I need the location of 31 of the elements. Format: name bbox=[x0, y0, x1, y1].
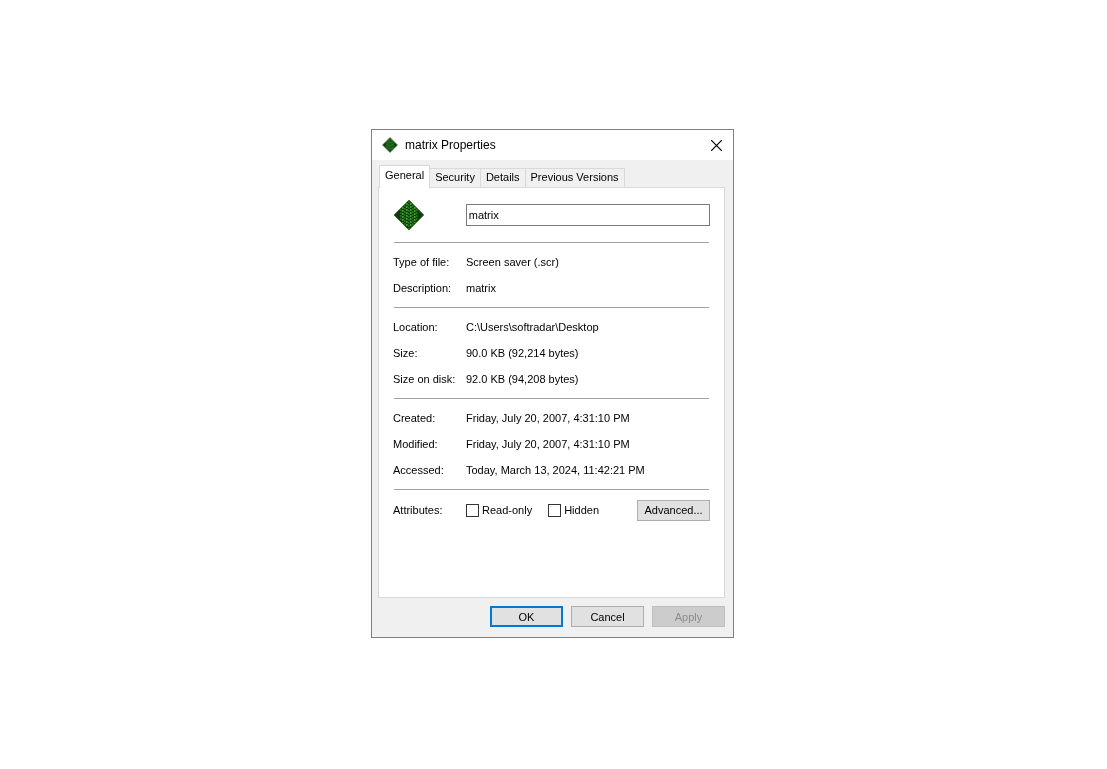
property-label: Type of file: bbox=[393, 256, 451, 268]
checkbox-label: Read-only bbox=[482, 504, 533, 516]
property-value: 90.0 KB (92,214 bytes) bbox=[466, 347, 579, 359]
name-field[interactable]: matrix bbox=[465, 204, 710, 226]
property-value: matrix bbox=[466, 282, 496, 294]
property-label: Size: bbox=[393, 347, 419, 359]
matrix-diamond-icon bbox=[393, 199, 425, 231]
property-value: Today, March 13, 2024, 11:42:21 PM bbox=[466, 464, 645, 476]
tab[interactable]: Previous Versions bbox=[524, 168, 625, 187]
matrix-diamond-icon bbox=[382, 137, 398, 153]
property-value: C:\Users\softradar\Desktop bbox=[466, 321, 599, 333]
close-icon bbox=[710, 139, 722, 151]
property-label: Description: bbox=[393, 282, 453, 294]
advanced-button[interactable]: Advanced... bbox=[637, 499, 710, 521]
tab[interactable]: General bbox=[379, 165, 431, 188]
property-value: Screen saver (.scr) bbox=[466, 256, 559, 268]
property-label: Location: bbox=[393, 321, 439, 333]
property-label: Accessed: bbox=[393, 464, 445, 476]
property-value: Friday, July 20, 2007, 4:31:10 PM bbox=[466, 438, 630, 450]
checkbox[interactable] bbox=[548, 503, 562, 517]
dialog-button[interactable]: Cancel bbox=[571, 606, 644, 627]
property-label: Created: bbox=[393, 412, 437, 424]
dialog-button[interactable]: OK bbox=[490, 606, 563, 627]
attributes-label: Attributes: bbox=[393, 504, 444, 516]
checkbox[interactable] bbox=[466, 503, 479, 517]
property-label: Modified: bbox=[393, 438, 439, 450]
property-value: 92.0 KB (94,208 bytes) bbox=[466, 373, 579, 385]
property-label: Size on disk: bbox=[393, 373, 457, 385]
checkbox-label: Hidden bbox=[564, 504, 599, 516]
window-title: matrix Properties bbox=[405, 138, 497, 152]
property-value: Friday, July 20, 2007, 4:31:10 PM bbox=[466, 412, 630, 424]
